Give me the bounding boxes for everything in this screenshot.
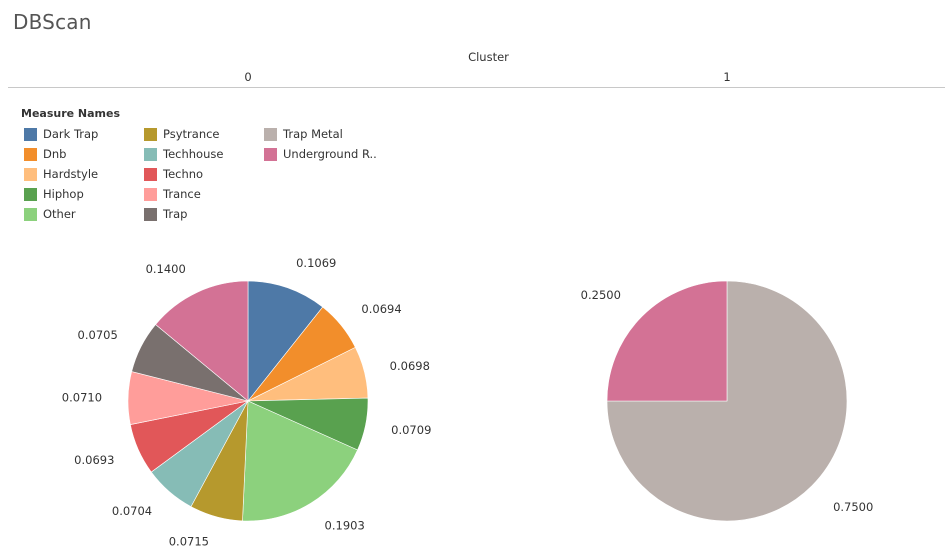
slice-value-label: 0.0715 [169,535,209,548]
pie-cluster-1: 0.7500 0.2500 [581,280,873,522]
slice-value-label: 0.0710 [62,390,102,404]
pie-charts-area: 0.1069 0.0694 0.0698 0.0709 0.1903 0.0715 0.07… [62,256,874,548]
slice-value-label: 0.1400 [146,262,186,276]
slice-value-label: 0.1069 [296,256,336,270]
slice-value-label: 0.0704 [112,504,152,518]
slice-value-label: 0.0693 [74,453,114,467]
slice-value-label: 0.2500 [581,288,621,302]
slice-value-label: 0.0709 [391,423,431,437]
slice-value-label: 0.7500 [833,500,873,514]
slice-value-label: 0.0694 [361,302,401,316]
pie-slice-underground-r[interactable] [606,280,728,402]
slice-value-label: 0.0705 [78,328,118,342]
pie-cluster-0: 0.1069 0.0694 0.0698 0.0709 0.1903 0.0715 0.07… [62,256,432,548]
slice-value-label: 0.0698 [390,359,430,373]
slice-value-label: 0.1903 [325,518,365,532]
